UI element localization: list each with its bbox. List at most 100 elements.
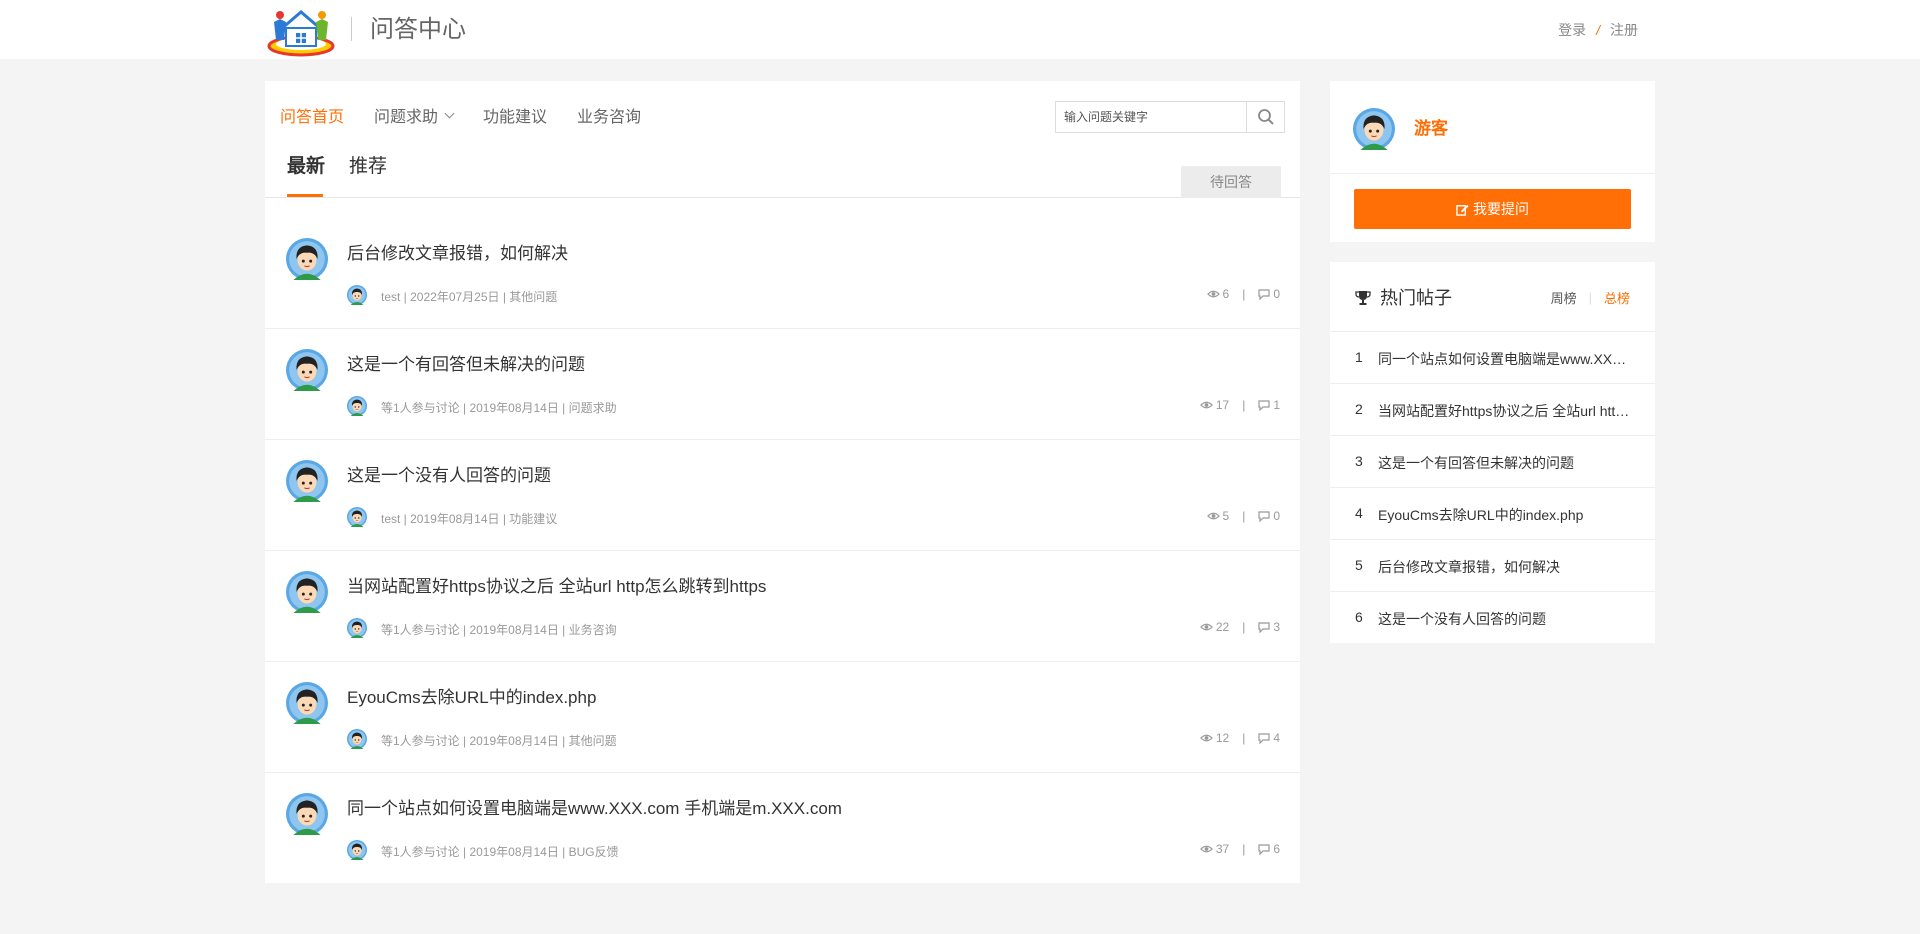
reply-count: 6 bbox=[1273, 842, 1280, 856]
question-title[interactable]: EyouCms去除URL中的index.php bbox=[347, 686, 596, 710]
user-panel: 游客 我要提问 bbox=[1330, 81, 1655, 242]
ask-question-label: 我要提问 bbox=[1473, 201, 1529, 217]
view-count: 17 bbox=[1215, 398, 1230, 412]
site-logo[interactable] bbox=[266, 6, 336, 58]
hot-post-title: 这是一个有回答但未解决的问题 bbox=[1378, 455, 1574, 471]
hot-post-item[interactable]: 2 当网站配置好https协议之后 全站url http怎么跳转到https bbox=[1330, 384, 1655, 436]
eye-icon bbox=[1199, 845, 1213, 853]
question-stats: 6 | 0 bbox=[1206, 287, 1280, 301]
hot-post-title: 后台修改文章报错，如何解决 bbox=[1378, 559, 1560, 575]
hot-post-title: 这是一个没有人回答的问题 bbox=[1378, 611, 1546, 627]
hot-post-item[interactable]: 3 这是一个有回答但未解决的问题 bbox=[1330, 436, 1655, 488]
hot-post-title: 当网站配置好https协议之后 全站url http怎么跳转到https bbox=[1378, 403, 1633, 419]
question-meta: 等1人参与讨论 | 2019年08月14日 | 业务咨询 bbox=[381, 623, 617, 637]
question-title[interactable]: 当网站配置好https协议之后 全站url http怎么跳转到https bbox=[347, 575, 766, 599]
author-avatar[interactable] bbox=[347, 840, 367, 865]
pending-answer-button[interactable]: 待回答 bbox=[1181, 166, 1281, 198]
tab-separator: | bbox=[1588, 290, 1592, 305]
avatar[interactable] bbox=[286, 349, 328, 396]
search-input[interactable] bbox=[1056, 102, 1246, 132]
stat-separator: | bbox=[1242, 287, 1246, 301]
list-tabs: 最新 推荐 bbox=[265, 139, 1300, 198]
reply-count: 0 bbox=[1273, 287, 1280, 301]
chevron-down-icon bbox=[444, 108, 455, 118]
register-link[interactable]: 注册 bbox=[1610, 20, 1638, 40]
hot-posts-panel: 热门帖子 周榜 | 总榜 1 同一个站点如何设置电脑端是www.XXX.com 手… bbox=[1330, 262, 1655, 643]
question-stats: 22 | 3 bbox=[1199, 620, 1280, 634]
comment-icon bbox=[1258, 288, 1270, 300]
hot-posts-title: 热门帖子 bbox=[1380, 288, 1452, 308]
hot-post-rank: 1 bbox=[1355, 349, 1363, 365]
question-title[interactable]: 这是一个没有人回答的问题 bbox=[347, 464, 551, 488]
view-count: 37 bbox=[1215, 842, 1230, 856]
question-meta: test | 2019年08月14日 | 功能建议 bbox=[381, 512, 558, 526]
auth-links: 登录 / 注册 bbox=[1558, 20, 1638, 40]
author-avatar[interactable] bbox=[347, 507, 367, 532]
nav-item-label: 问题求助 bbox=[374, 109, 439, 126]
question-title[interactable]: 后台修改文章报错，如何解决 bbox=[347, 242, 568, 266]
avatar[interactable] bbox=[286, 238, 328, 285]
stat-separator: | bbox=[1242, 398, 1246, 412]
question-title[interactable]: 同一个站点如何设置电脑端是www.XXX.com 手机端是m.XXX.com bbox=[347, 797, 842, 821]
hot-post-title: 同一个站点如何设置电脑端是www.XXX.com 手机端是m.XXX.com bbox=[1378, 351, 1633, 367]
author-avatar[interactable] bbox=[347, 618, 367, 643]
edit-icon bbox=[1456, 204, 1469, 216]
hot-post-item[interactable]: 6 这是一个没有人回答的问题 bbox=[1330, 592, 1655, 644]
hot-posts-header: 热门帖子 周榜 | 总榜 bbox=[1330, 262, 1655, 332]
view-count: 5 bbox=[1222, 509, 1230, 523]
author-avatar[interactable] bbox=[347, 285, 367, 310]
question-list: 后台修改文章报错，如何解决 test | 2022年07月25日 | 其他问题 … bbox=[265, 218, 1300, 884]
author-avatar[interactable] bbox=[347, 729, 367, 754]
eye-icon bbox=[1199, 734, 1213, 742]
question-row: 这是一个有回答但未解决的问题 等1人参与讨论 | 2019年08月14日 | 问… bbox=[265, 329, 1300, 440]
tab-weekly[interactable]: 周榜 bbox=[1551, 288, 1577, 307]
question-row: 当网站配置好https协议之后 全站url http怎么跳转到https 等1人… bbox=[265, 551, 1300, 662]
avatar[interactable] bbox=[1353, 108, 1395, 155]
search-button[interactable] bbox=[1246, 102, 1284, 132]
stat-separator: | bbox=[1242, 509, 1246, 523]
reply-count: 3 bbox=[1273, 620, 1280, 634]
site-title: 问答中心 bbox=[370, 16, 466, 43]
view-count: 6 bbox=[1222, 287, 1230, 301]
username: 游客 bbox=[1414, 119, 1448, 138]
hot-post-title: EyouCms去除URL中的index.php bbox=[1378, 507, 1584, 523]
ask-question-button[interactable]: 我要提问 bbox=[1354, 189, 1631, 229]
hot-post-item[interactable]: 1 同一个站点如何设置电脑端是www.XXX.com 手机端是m.XXX.com bbox=[1330, 332, 1655, 384]
stat-separator: | bbox=[1242, 842, 1246, 856]
eye-icon bbox=[1199, 623, 1213, 631]
view-count: 22 bbox=[1215, 620, 1230, 634]
question-panel: 问答首页 问题求助 功能建议 业务咨询 最新 推荐 待回答 后台修改文章报错，如… bbox=[265, 81, 1300, 883]
nav-item-help[interactable]: 问题求助 bbox=[374, 103, 455, 127]
login-link[interactable]: 登录 bbox=[1558, 20, 1586, 40]
comment-icon bbox=[1258, 843, 1270, 855]
hot-post-item[interactable]: 4 EyouCms去除URL中的index.php bbox=[1330, 488, 1655, 540]
avatar[interactable] bbox=[286, 793, 328, 840]
question-row: 后台修改文章报错，如何解决 test | 2022年07月25日 | 其他问题 … bbox=[265, 218, 1300, 329]
avatar[interactable] bbox=[286, 571, 328, 618]
nav-item-home[interactable]: 问答首页 bbox=[280, 103, 344, 127]
avatar[interactable] bbox=[286, 460, 328, 507]
nav-item-label: 功能建议 bbox=[483, 109, 548, 126]
hot-posts-tabs: 周榜 | 总榜 bbox=[1551, 288, 1630, 307]
eye-icon bbox=[1199, 401, 1213, 409]
tab-latest[interactable]: 最新 bbox=[287, 155, 325, 179]
comment-icon bbox=[1258, 732, 1270, 744]
reply-count: 0 bbox=[1273, 509, 1280, 523]
author-avatar[interactable] bbox=[347, 396, 367, 421]
tab-recommended[interactable]: 推荐 bbox=[349, 155, 387, 179]
question-title[interactable]: 这是一个有回答但未解决的问题 bbox=[347, 353, 585, 377]
nav-item-suggestion[interactable]: 功能建议 bbox=[483, 103, 547, 127]
avatar[interactable] bbox=[286, 682, 328, 729]
nav-item-consult[interactable]: 业务咨询 bbox=[577, 103, 641, 127]
logo-divider bbox=[351, 17, 352, 41]
stat-separator: | bbox=[1242, 731, 1246, 745]
eye-icon bbox=[1206, 512, 1220, 520]
eye-icon bbox=[1206, 290, 1220, 298]
question-stats: 12 | 4 bbox=[1199, 731, 1280, 745]
question-stats: 5 | 0 bbox=[1206, 509, 1280, 523]
question-row: EyouCms去除URL中的index.php 等1人参与讨论 | 2019年0… bbox=[265, 662, 1300, 773]
tab-total[interactable]: 总榜 bbox=[1604, 288, 1630, 307]
hot-post-item[interactable]: 5 后台修改文章报错，如何解决 bbox=[1330, 540, 1655, 592]
question-meta: 等1人参与讨论 | 2019年08月14日 | BUG反馈 bbox=[381, 845, 619, 859]
question-meta: test | 2022年07月25日 | 其他问题 bbox=[381, 290, 558, 304]
